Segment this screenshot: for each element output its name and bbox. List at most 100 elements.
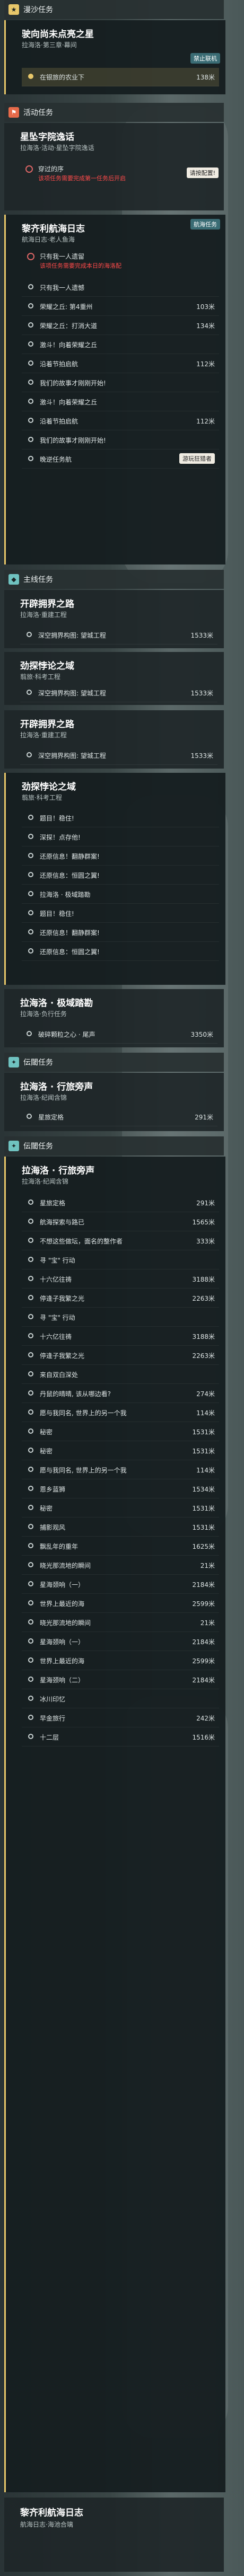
step-marker-icon [28,1257,33,1262]
quest-step[interactable]: 激斗！向着荣耀之丘 [22,393,219,411]
step-marker-icon [28,1295,33,1300]
quest-step[interactable]: 世界上最近的海 2599米 [22,1594,219,1613]
quest-step[interactable]: 我们的故事才刚刚开始! [22,374,219,392]
step-label: 秘密 [40,1448,53,1455]
step-marker-icon [28,380,33,385]
book-icon: ◆ [8,574,19,585]
quest-card[interactable]: 黎齐利航海日志 航海日志·老人鱼海 航海任务 只有我一人遗留 该项任务需要完成本… [4,215,225,564]
quest-step[interactable]: 晓光那流地的瞬间 21米 [22,1556,219,1575]
step-marker-icon [28,853,33,858]
step-marker-icon [28,1543,33,1548]
quest-step[interactable]: 星海颈响（一） 2184米 [22,1633,219,1651]
quest-step[interactable]: 星海颈响（二） 2184米 [22,1671,219,1689]
quest-title: 拉海洛 · 极域踏勘 [20,998,93,1009]
quest-step[interactable]: 秘密 1531米 [22,1442,219,1460]
quest-step[interactable]: 只有我一人遗憾 [22,278,219,297]
quest-card[interactable]: 劲探悖论之域 翦旅·科考工程 深空拥界构图: 望城工程 1533米 [4,652,224,705]
quest-step[interactable]: 世界上最近的海 2599米 [22,1652,219,1670]
quest-step[interactable]: 沿着节拍启航 112米 [22,412,219,430]
quest-step[interactable]: 停逢子我繁之光 2263米 [22,1346,219,1365]
quest-step[interactable]: 寻 "宝" 行动 [22,1308,219,1327]
quest-step[interactable]: 荣耀之丘：打消大道 134米 [22,316,219,335]
quest-card[interactable]: 拉海洛 · 行旅旁声 拉海洛·纪闻含锦 星旅定格 291米 [4,1073,224,1131]
step-marker-icon [27,1031,32,1036]
quest-step[interactable]: 秘密 1531米 [22,1499,219,1518]
step-distance: 1516米 [192,1734,215,1741]
quest-step[interactable]: 我们的故事才刚刚开始! [22,431,219,449]
section-header-story[interactable]: ◆ 主线任务 [4,570,224,589]
step-marker-icon [28,303,33,308]
step-marker-icon [28,1352,33,1357]
quest-step[interactable]: 还原信息！翻静群案! [22,847,219,866]
quest-log-screen: ★ 漫沙任务 驶向尚未点亮之星 拉海洛·第三章·幕间 在银旅的农业下 138米 … [0,0,244,2576]
quest-title: 星坠字院逸话 [20,132,74,143]
quest-step[interactable]: 十六亿往祷 3188米 [22,1270,219,1289]
quest-card[interactable]: 劲探悖论之域 翦旅·科考工程 题目！稳住! 深探！点存他! 还原信息！翻静群案! 还原… [4,773,225,985]
section-header-side[interactable]: ✦ 伝閾任务 [4,1136,224,1155]
quest-card[interactable]: 驶向尚未点亮之星 拉海洛·第三章·幕间 在银旅的农业下 138米 禁止联机 [4,20,225,94]
step-marker-icon [27,632,32,637]
quest-step[interactable]: 沿着节拍启航 112米 [22,355,219,373]
step-label: 十二层 [40,1734,59,1741]
quest-step[interactable]: 星海颈响（一） 2184米 [22,1575,219,1594]
quest-step[interactable]: 深探！点存他! [22,828,219,846]
step-distance: 2599米 [192,1657,215,1665]
quest-subtitle: 翦旅·科考工程 [22,794,62,801]
quest-warning: 只有我一人遗留 该项任务需要完成本日的海洛配 [22,252,219,273]
step-distance: 1534米 [192,1486,215,1493]
step-marker-icon [28,1581,33,1586]
quest-step[interactable]: 来自双白深处 [22,1365,219,1384]
quest-step[interactable]: 早金旅行 242米 [22,1709,219,1727]
step-label: 星海颈响（一） [40,1638,85,1646]
quest-step[interactable]: 破碎颗粒之心 · 尾声 3350米 [20,1025,217,1044]
quest-step[interactable]: 还原信息！翻静群案! [22,923,219,942]
quest-step[interactable]: 荣耀之丘: 第4重州 103米 [22,297,219,316]
quest-step[interactable]: 拉海洛 · 极域踏勘 [22,885,219,904]
quest-step[interactable]: 还原信息：恒圆之翼! [22,942,219,961]
quest-step[interactable]: 深空拥界构图: 望城工程 1533米 [20,684,217,702]
quest-step[interactable]: 秘密 1531米 [22,1423,219,1441]
quest-step[interactable]: 十二层 1516米 [22,1728,219,1746]
step-label: 航海探索与路已 [40,1219,85,1226]
step-distance: 1533米 [190,632,213,639]
quest-title: 驶向尚未点亮之星 [22,29,94,40]
section-header-activity[interactable]: ⚑ 活动任务 [4,103,224,122]
quest-card[interactable]: 拉海洛 · 行旅旁声 拉海洛·纪闻含锦 星旅定格 291米 航海探索与路已 1565米… [4,1157,225,2492]
step-label: 题目！稳住! [40,815,74,822]
quest-step[interactable]: 题目！稳住! [22,809,219,827]
quest-step[interactable]: 愿与我同名, 世界上的另一个我 114米 [22,1461,219,1479]
quest-step[interactable]: 题目！稳住! [22,904,219,923]
quest-step[interactable]: 星旅定格 291米 [20,1108,217,1126]
quest-step[interactable]: 星旅定格 291米 [22,1194,219,1212]
quest-step[interactable]: 不想这些做坛，面名的整作者 333米 [22,1232,219,1250]
step-marker-icon [28,322,33,328]
quest-step[interactable]: 在银旅的农业下 138米 [22,68,219,86]
quest-step[interactable]: 还原信息：恒圆之翼! [22,866,219,885]
quest-card[interactable]: 开辟拥界之路 拉海洛·重建工程 深空拥界构图: 望城工程 1533米 [4,590,224,648]
quest-step[interactable]: 恩乡蓝狮 1534米 [22,1480,219,1498]
quest-step[interactable]: 十六亿往祷 3188米 [22,1327,219,1346]
step-label: 秘密 [40,1505,53,1512]
quest-card[interactable]: 黎齐利航海日志 航海日志·海池合璃 [4,2498,224,2572]
quest-card[interactable]: 星坠字院逸话 拉海洛·活动·星坠字院逸话 穿过的序 该项任务需要完成第一任务后开… [4,123,224,210]
section-header-trial[interactable]: ★ 漫沙任务 [4,0,224,19]
quest-title: 开辟拥界之路 [20,719,74,730]
quest-step[interactable]: 停逢子我繁之光 2263米 [22,1289,219,1308]
step-marker-icon [28,891,33,896]
quest-step[interactable]: 晓光那流地的瞬间 21米 [22,1613,219,1632]
quest-step[interactable]: 愿与我同名, 世界上的另一个我 114米 [22,1404,219,1422]
quest-step[interactable]: 丹鼠的晴晴, 该从哪边看? 274米 [22,1384,219,1403]
step-label: 我们的故事才刚刚开始! [40,380,106,387]
section-header-side[interactable]: ✦ 伝閾任务 [4,1053,224,1072]
quest-step[interactable]: 寻 "宝" 行动 [22,1251,219,1269]
quest-step[interactable]: 冰川印忆 [22,1690,219,1708]
quest-card[interactable]: 开辟拥界之路 拉海洛·重建工程 深空拥界构图: 望城工程 1533米 [4,710,224,769]
quest-step[interactable]: 飘乱年的重年 1625米 [22,1537,219,1556]
quest-step[interactable]: 深空拥界构图: 望城工程 1533米 [20,626,217,645]
quest-step[interactable]: 晚逆任务航 游玩狂猎者 [22,450,219,469]
quest-step[interactable]: 捕影观风 1531米 [22,1518,219,1537]
quest-step[interactable]: 航海探索与路已 1565米 [22,1213,219,1231]
quest-card[interactable]: 拉海洛 · 极域踏勘 拉海洛·负行任务 破碎颗粒之心 · 尾声 3350米 [4,989,224,1047]
quest-step[interactable]: 激斗！向着荣耀之丘 [22,336,219,354]
quest-step[interactable]: 深空拥界构图: 望城工程 1533米 [20,746,217,765]
